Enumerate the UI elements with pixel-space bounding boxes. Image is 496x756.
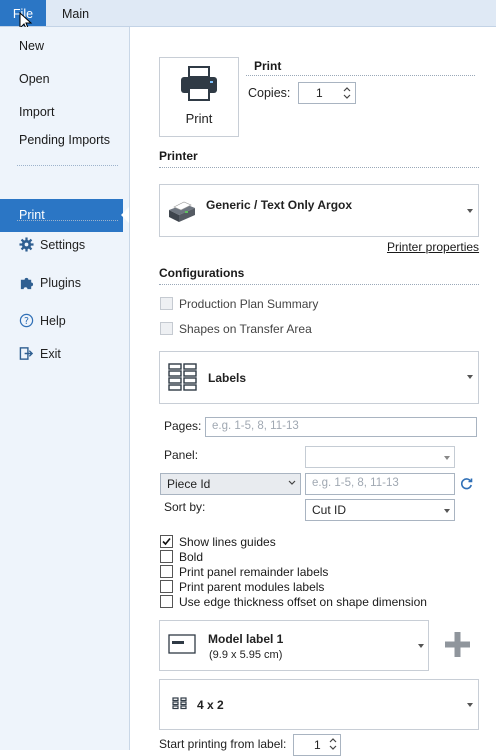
gear-icon	[19, 237, 34, 252]
sidebar-item-open[interactable]: Open	[19, 72, 50, 86]
print-button-label: Print	[185, 111, 213, 126]
report-type-select[interactable]: Labels	[159, 351, 479, 404]
sidebar-item-label: Exit	[40, 347, 61, 361]
filter-input[interactable]: e.g. 1-5, 8, 11-13	[305, 473, 455, 495]
label-model-select[interactable]: Model label 1 (9.9 x 5.95 cm)	[159, 620, 429, 671]
pages-input[interactable]: e.g. 1-5, 8, 11-13	[205, 417, 477, 437]
filter-field-select[interactable]: Piece Id	[160, 473, 301, 495]
sidebar-item-pending-imports[interactable]: Pending Imports	[19, 133, 110, 147]
sidebar-item-new[interactable]: New	[19, 39, 44, 53]
layout-select[interactable]: 4 x 2	[159, 679, 479, 730]
shapes-transfer-label: Shapes on Transfer Area	[179, 322, 312, 336]
model-size: (9.9 x 5.95 cm)	[209, 649, 283, 661]
add-model-icon[interactable]	[444, 631, 471, 658]
parent-modules-label: Print parent modules labels	[179, 580, 325, 594]
label-template-icon	[168, 634, 196, 654]
filter-placeholder: e.g. 1-5, 8, 11-13	[312, 477, 399, 489]
panel-remainder-label: Print panel remainder labels	[179, 565, 329, 579]
panel-remainder-checkbox[interactable]	[160, 565, 173, 578]
production-plan-label: Production Plan Summary	[179, 297, 319, 311]
tab-main[interactable]: Main	[62, 0, 89, 26]
copies-stepper[interactable]: 1	[298, 82, 356, 104]
printer-name: Generic / Text Only Argox	[206, 198, 353, 212]
sort-label: Sort by:	[164, 500, 206, 514]
chevron-down-icon	[444, 456, 450, 460]
sidebar-item-label: Plugins	[40, 276, 81, 290]
divider	[246, 75, 475, 76]
sidebar-separator	[17, 220, 118, 221]
print-button[interactable]: Print	[159, 57, 239, 137]
chevron-down-icon	[444, 509, 450, 513]
filter-field-value: Piece Id	[167, 477, 211, 491]
sidebar-item-label: Help	[40, 314, 66, 328]
production-plan-checkbox[interactable]	[160, 297, 173, 310]
layout-value: 4 x 2	[197, 698, 224, 712]
report-type-value: Labels	[208, 371, 247, 385]
sidebar-item-import[interactable]: Import	[19, 105, 54, 119]
sort-value: Cut ID	[312, 503, 347, 517]
chevron-down-icon	[467, 375, 473, 379]
selected-arrow	[121, 207, 129, 223]
backstage-sidebar: New Open Import Pending Imports Print Se…	[0, 27, 130, 750]
spin-arrows-icon[interactable]	[329, 737, 337, 751]
printer-properties-link[interactable]: Printer properties	[387, 240, 479, 254]
start-label: Start printing from label:	[159, 737, 287, 751]
spin-arrows-icon[interactable]	[343, 85, 351, 101]
sidebar-item-print[interactable]: Print	[0, 199, 129, 232]
sidebar-item-label: Settings	[40, 238, 86, 252]
print-section-title: Print	[254, 59, 282, 73]
bold-checkbox[interactable]	[160, 550, 173, 563]
exit-icon	[19, 347, 34, 360]
checkmark-icon	[162, 537, 171, 546]
chevron-down-icon	[288, 480, 296, 485]
printer-section-title: Printer	[159, 149, 198, 163]
ribbon: File Main	[0, 0, 496, 32]
panel-select[interactable]	[305, 446, 455, 468]
labels-grid-icon	[168, 363, 197, 391]
printer-device-icon	[169, 201, 195, 222]
divider	[159, 284, 479, 285]
parent-modules-checkbox[interactable]	[160, 580, 173, 593]
help-icon: ?	[19, 313, 34, 328]
copies-value: 1	[316, 86, 323, 100]
chevron-down-icon	[418, 644, 424, 648]
panel-label: Panel:	[164, 448, 199, 462]
shapes-transfer-checkbox[interactable]	[160, 322, 173, 335]
sidebar-separator	[17, 165, 118, 166]
printer-select[interactable]: Generic / Text Only Argox	[159, 184, 479, 237]
pages-label: Pages:	[164, 419, 202, 433]
refresh-icon[interactable]	[460, 477, 473, 490]
svg-text:?: ?	[24, 316, 29, 327]
pages-placeholder: e.g. 1-5, 8, 11-13	[212, 420, 299, 432]
start-label-stepper[interactable]: 1	[293, 734, 341, 756]
configurations-section-title: Configurations	[159, 266, 245, 280]
puzzle-icon	[20, 277, 34, 290]
copies-label: Copies:	[248, 86, 291, 100]
show-lines-guides-label: Show lines guides	[179, 535, 276, 549]
show-lines-guides-checkbox[interactable]	[160, 535, 173, 548]
chevron-down-icon	[467, 209, 473, 213]
sort-select[interactable]: Cut ID	[305, 499, 455, 521]
printer-icon	[181, 66, 217, 101]
divider	[159, 167, 479, 168]
edge-thickness-checkbox[interactable]	[160, 595, 173, 608]
edge-thickness-label: Use edge thickness offset on shape dimen…	[179, 595, 427, 609]
grid-layout-icon	[172, 697, 187, 710]
bold-label: Bold	[179, 550, 204, 564]
model-name: Model label 1	[208, 632, 284, 646]
chevron-down-icon	[467, 703, 473, 707]
